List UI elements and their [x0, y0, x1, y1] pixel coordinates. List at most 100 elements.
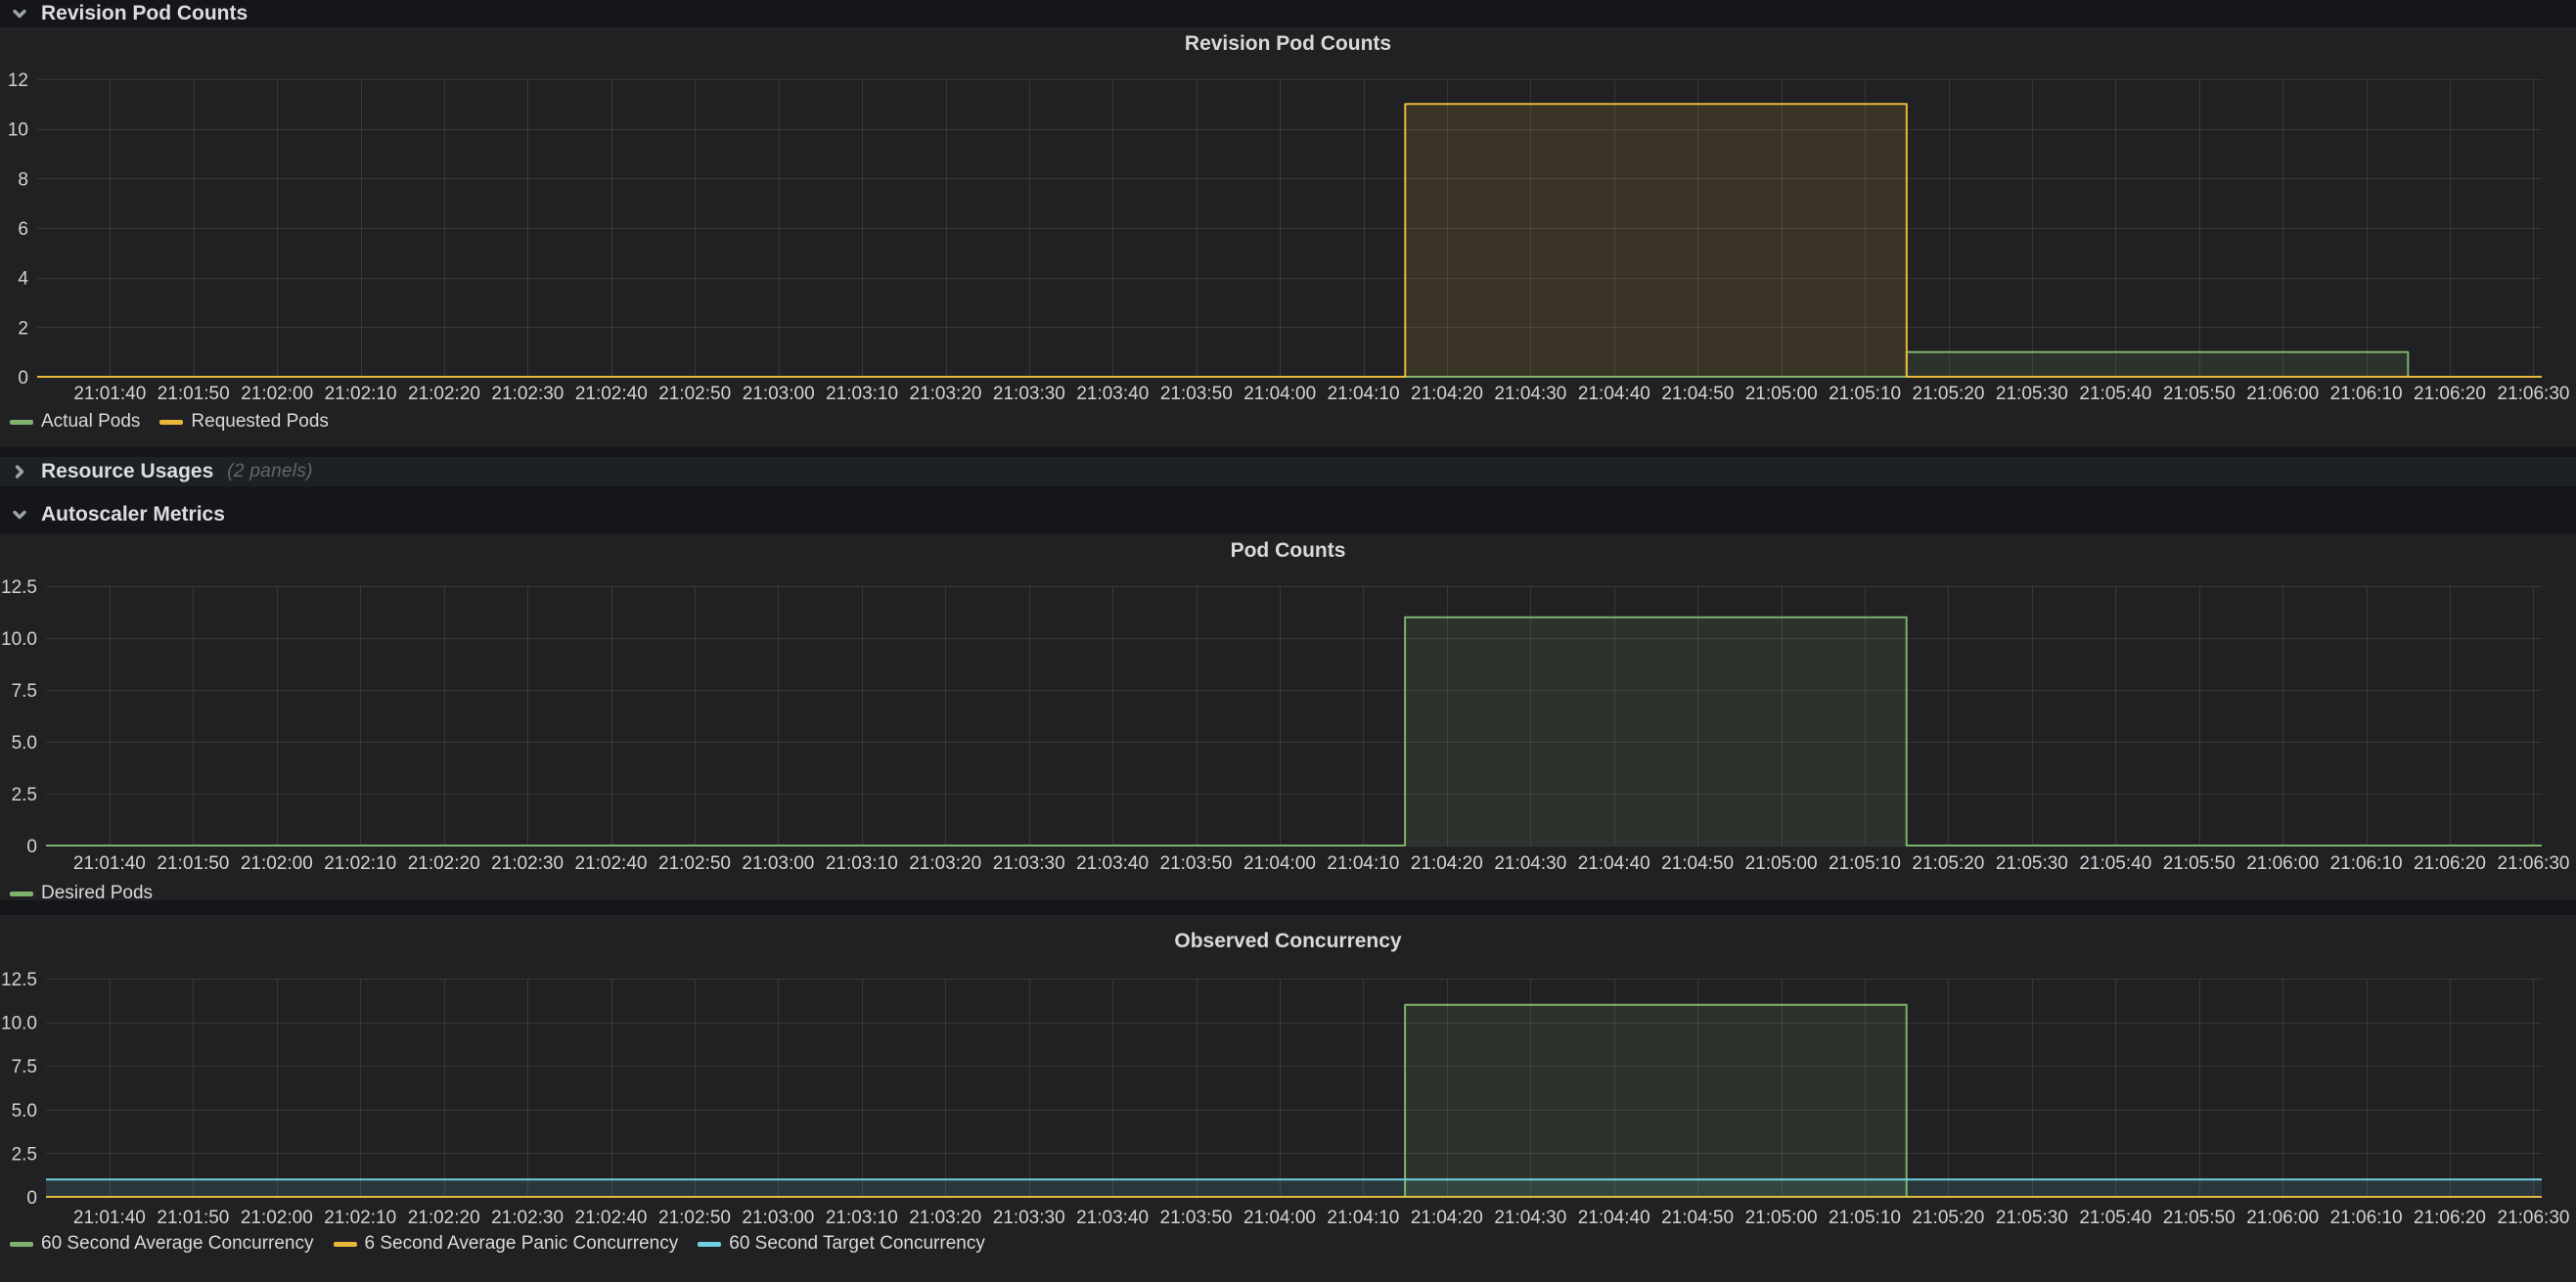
svg-text:6: 6 [18, 219, 28, 240]
legend-item-requested-pods[interactable]: Requested Pods [159, 411, 329, 433]
panel-observed-concurrency: Observed Concurrency 02.55.07.510.012.52… [0, 915, 2576, 1282]
svg-text:21:06:20: 21:06:20 [2414, 1208, 2486, 1228]
svg-text:21:02:20: 21:02:20 [408, 384, 480, 404]
legend-dash [334, 1242, 357, 1247]
svg-text:21:04:40: 21:04:40 [1578, 384, 1650, 404]
svg-text:21:06:00: 21:06:00 [2246, 853, 2319, 874]
legend-label: 60 Second Target Concurrency [729, 1233, 985, 1255]
svg-text:21:05:00: 21:05:00 [1745, 853, 1818, 874]
svg-text:21:02:20: 21:02:20 [408, 853, 480, 874]
svg-text:21:06:20: 21:06:20 [2414, 853, 2486, 874]
svg-text:21:06:10: 21:06:10 [2330, 1208, 2403, 1228]
legend-dash [10, 892, 33, 896]
svg-text:21:05:40: 21:05:40 [2079, 853, 2151, 874]
legend-item-60-second-target-concurrency[interactable]: 60 Second Target Concurrency [698, 1233, 985, 1255]
svg-text:21:06:00: 21:06:00 [2246, 384, 2319, 404]
legend-dash [159, 420, 183, 425]
svg-text:21:03:40: 21:03:40 [1076, 384, 1149, 404]
svg-text:21:03:50: 21:03:50 [1160, 853, 1233, 874]
svg-text:21:05:10: 21:05:10 [1829, 853, 1901, 874]
svg-text:5.0: 5.0 [12, 1101, 37, 1122]
row-gap [0, 486, 2576, 501]
svg-text:21:04:20: 21:04:20 [1411, 1208, 1483, 1228]
svg-text:21:06:30: 21:06:30 [2498, 384, 2570, 404]
svg-text:21:05:00: 21:05:00 [1745, 1208, 1818, 1228]
svg-text:21:06:30: 21:06:30 [2498, 853, 2570, 874]
svg-text:0: 0 [26, 1188, 37, 1209]
svg-text:21:02:50: 21:02:50 [658, 384, 731, 404]
row-header-revision-pod-counts[interactable]: Revision Pod Counts [0, 0, 2576, 27]
row-header-resource-usages[interactable]: Resource Usages (2 panels) [0, 457, 2576, 486]
grid-lines [46, 587, 2542, 847]
legend: Desired Pods [10, 883, 153, 904]
svg-text:21:05:50: 21:05:50 [2163, 1208, 2236, 1228]
svg-text:12: 12 [8, 70, 28, 91]
svg-text:21:03:50: 21:03:50 [1160, 384, 1233, 404]
legend-label: Requested Pods [191, 411, 329, 433]
svg-text:21:04:10: 21:04:10 [1328, 384, 1400, 404]
svg-text:21:05:00: 21:05:00 [1745, 384, 1818, 404]
chart-revision-pod-counts[interactable]: 02468101221:01:4021:01:5021:02:0021:02:1… [0, 27, 2576, 447]
row-header-autoscaler-metrics[interactable]: Autoscaler Metrics [0, 501, 2576, 528]
chevron-down-icon [10, 4, 29, 23]
chart-observed-concurrency[interactable]: 02.55.07.510.012.521:01:4021:01:5021:02:… [0, 915, 2576, 1282]
svg-text:21:02:00: 21:02:00 [241, 384, 313, 404]
grafana-dashboard: Revision Pod Counts Revision Pod Counts … [0, 0, 2576, 1265]
legend: 60 Second Average Concurrency 6 Second Av… [10, 1233, 985, 1255]
svg-text:21:01:40: 21:01:40 [73, 1208, 146, 1228]
svg-text:21:02:30: 21:02:30 [491, 384, 564, 404]
svg-text:21:06:20: 21:06:20 [2414, 384, 2486, 404]
svg-text:21:01:50: 21:01:50 [158, 384, 230, 404]
svg-text:21:03:50: 21:03:50 [1160, 1208, 1233, 1228]
chart-pod-counts[interactable]: 02.55.07.510.012.521:01:4021:01:5021:02:… [0, 533, 2576, 900]
svg-text:21:04:00: 21:04:00 [1243, 1208, 1316, 1228]
svg-text:2.5: 2.5 [12, 1144, 37, 1165]
svg-text:21:05:40: 21:05:40 [2079, 384, 2151, 404]
row-gap [0, 900, 2576, 915]
svg-text:21:06:00: 21:06:00 [2246, 1208, 2319, 1228]
legend-label: 60 Second Average Concurrency [41, 1233, 314, 1255]
svg-text:21:04:30: 21:04:30 [1494, 1208, 1566, 1228]
svg-text:21:02:10: 21:02:10 [324, 853, 396, 874]
svg-text:21:04:40: 21:04:40 [1578, 853, 1650, 874]
legend-dash [10, 1242, 33, 1247]
panel-revision-pod-counts: Revision Pod Counts 02468101221:01:4021:… [0, 27, 2576, 447]
svg-text:21:03:00: 21:03:00 [743, 384, 815, 404]
svg-text:21:04:10: 21:04:10 [1327, 853, 1399, 874]
svg-text:21:04:40: 21:04:40 [1578, 1208, 1650, 1228]
svg-text:21:03:00: 21:03:00 [742, 1208, 814, 1228]
svg-text:21:03:10: 21:03:10 [826, 853, 898, 874]
svg-text:21:02:50: 21:02:50 [658, 1208, 731, 1228]
svg-text:10.0: 10.0 [1, 629, 37, 650]
series-line-60-second-average-concurrency [46, 1005, 2542, 1197]
svg-text:21:02:40: 21:02:40 [575, 853, 648, 874]
svg-text:21:01:40: 21:01:40 [73, 853, 146, 874]
legend-dash [10, 420, 33, 425]
row-panel-count: (2 panels) [227, 461, 313, 482]
svg-text:21:01:50: 21:01:50 [157, 853, 229, 874]
legend-item-60-second-average-concurrency[interactable]: 60 Second Average Concurrency [10, 1233, 314, 1255]
svg-text:7.5: 7.5 [12, 681, 37, 702]
svg-text:21:01:50: 21:01:50 [157, 1208, 229, 1228]
row-gap [0, 447, 2576, 457]
series-area-60-second-target-concurrency [46, 1179, 2542, 1197]
svg-text:21:04:20: 21:04:20 [1411, 384, 1483, 404]
svg-text:21:06:30: 21:06:30 [2498, 1208, 2570, 1228]
legend-dash [698, 1242, 721, 1247]
legend-item-actual-pods[interactable]: Actual Pods [10, 411, 140, 433]
svg-text:21:04:10: 21:04:10 [1327, 1208, 1399, 1228]
svg-text:21:05:50: 21:05:50 [2163, 384, 2236, 404]
chevron-right-icon [10, 462, 29, 481]
svg-text:10.0: 10.0 [1, 1014, 37, 1034]
svg-text:21:02:40: 21:02:40 [575, 384, 648, 404]
svg-text:21:05:20: 21:05:20 [1912, 1208, 1984, 1228]
svg-text:21:03:30: 21:03:30 [993, 384, 1065, 404]
legend-label: Desired Pods [41, 883, 153, 904]
svg-text:21:05:20: 21:05:20 [1913, 384, 1985, 404]
svg-text:21:05:40: 21:05:40 [2079, 1208, 2151, 1228]
svg-text:21:02:50: 21:02:50 [658, 853, 731, 874]
legend-item-6-second-average-panic-concurrency[interactable]: 6 Second Average Panic Concurrency [334, 1233, 679, 1255]
svg-text:0: 0 [18, 368, 28, 389]
legend-item-desired-pods[interactable]: Desired Pods [10, 883, 153, 904]
svg-text:21:03:10: 21:03:10 [826, 1208, 898, 1228]
